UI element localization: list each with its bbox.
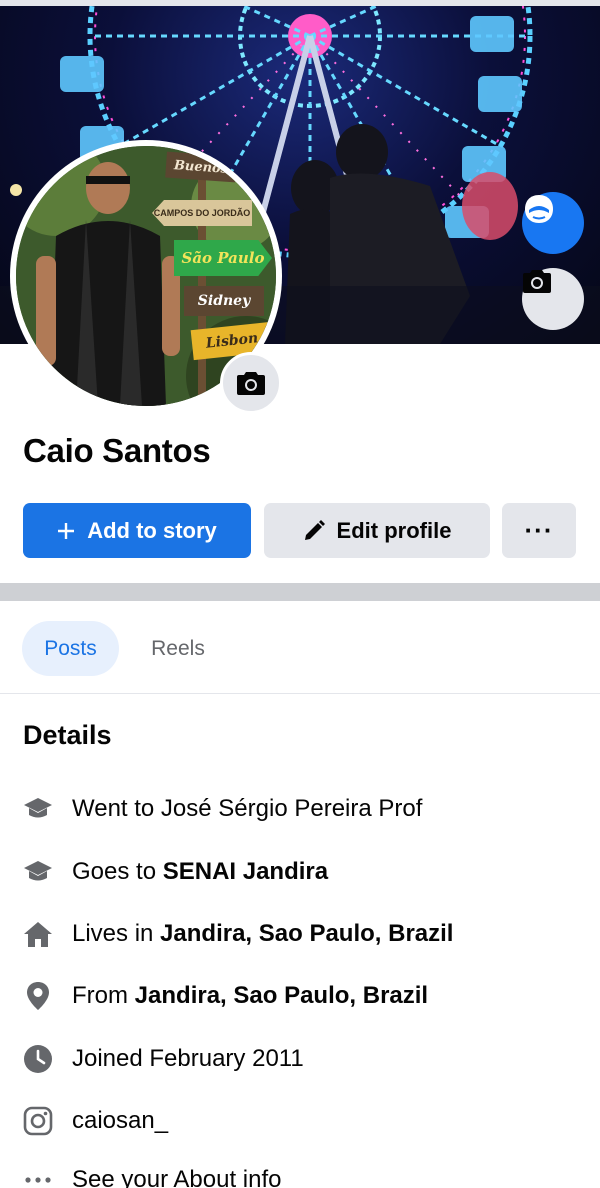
detail-education-current: Goes to SENAI Jandira xyxy=(0,852,600,892)
detail-school-link[interactable]: SENAI Jandira xyxy=(163,858,328,885)
see-about-info-link[interactable]: See your About info xyxy=(0,1160,600,1188)
detail-education-past: Went to José Sérgio Pereira Prof xyxy=(0,789,600,829)
add-to-story-label: Add to story xyxy=(87,517,217,543)
camera-icon xyxy=(523,270,551,293)
detail-instagram[interactable]: caiosan_ xyxy=(0,1101,600,1141)
signpost-sign: CAMPOS DO JORDÃO xyxy=(152,200,252,226)
tab-reels[interactable]: Reels xyxy=(132,621,224,676)
instagram-icon xyxy=(22,1105,54,1137)
edit-profile-button[interactable]: Edit profile xyxy=(264,503,490,558)
home-icon xyxy=(22,918,54,950)
detail-text: Lives in xyxy=(72,920,161,947)
edit-cover-photo-button[interactable] xyxy=(522,268,584,330)
tab-reels-label: Reels xyxy=(151,636,205,660)
edit-profile-picture-button[interactable] xyxy=(220,352,282,414)
detail-from: From Jandira, Sao Paulo, Brazil xyxy=(0,976,600,1016)
location-pin-icon xyxy=(22,980,54,1012)
detail-hometown-link[interactable]: Jandira, Sao Paulo, Brazil xyxy=(135,982,428,1009)
more-dots-icon xyxy=(22,1164,54,1188)
camera-icon xyxy=(237,372,265,395)
detail-text: Joined February 2011 xyxy=(72,1045,304,1072)
details-heading: Details xyxy=(23,720,112,750)
graduation-cap-icon xyxy=(22,856,54,888)
clock-icon xyxy=(22,1043,54,1075)
avatar-creator-button[interactable] xyxy=(522,192,584,254)
plus-icon xyxy=(57,522,75,540)
profile-name: Caio Santos xyxy=(23,432,211,469)
pencil-icon xyxy=(303,519,325,542)
tab-posts-label: Posts xyxy=(44,636,97,660)
detail-lives-in: Lives in Jandira, Sao Paulo, Brazil xyxy=(0,914,600,954)
more-dots-icon: ··· xyxy=(524,515,554,545)
detail-joined: Joined February 2011 xyxy=(0,1039,600,1079)
detail-text: See your About info xyxy=(72,1166,282,1188)
graduation-cap-icon xyxy=(22,793,54,825)
detail-text: Went to José Sérgio Pereira Prof xyxy=(72,795,423,822)
tab-posts[interactable]: Posts xyxy=(22,621,119,676)
edit-profile-label: Edit profile xyxy=(336,517,452,543)
avatar-icon xyxy=(525,195,553,223)
signpost-sign: Buenos xyxy=(165,151,237,183)
detail-text: From xyxy=(72,982,135,1009)
section-divider xyxy=(0,583,600,601)
tabs-divider xyxy=(0,693,600,694)
more-options-button[interactable]: ··· xyxy=(502,503,576,558)
add-to-story-button[interactable]: Add to story xyxy=(23,503,251,558)
signpost-sign: Sidney xyxy=(184,286,264,316)
detail-text: Goes to xyxy=(72,858,163,885)
detail-text: caiosan_ xyxy=(72,1107,169,1134)
detail-city-link[interactable]: Jandira, Sao Paulo, Brazil xyxy=(160,920,453,947)
signpost-sign: São Paulo xyxy=(174,240,272,276)
